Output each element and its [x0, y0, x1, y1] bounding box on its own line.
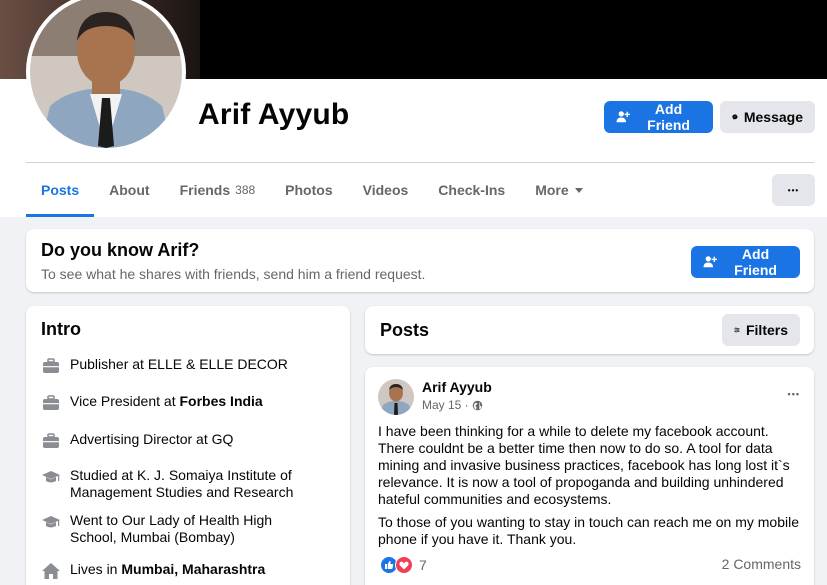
intro-link[interactable]: Mumbai, Maharashtra	[121, 561, 265, 577]
intro-link[interactable]: Forbes India	[179, 393, 262, 409]
briefcase-icon	[43, 433, 59, 448]
tab-check-ins[interactable]: Check-Ins	[423, 163, 520, 217]
messenger-icon	[732, 114, 738, 120]
intro-item-education: Went to Our Lady of Health High School, …	[41, 512, 321, 546]
friend-request-title: Do you know Arif?	[41, 240, 200, 260]
intro-item-work: Vice President at Forbes India	[41, 393, 331, 413]
tab-about[interactable]: About	[94, 163, 164, 217]
post-card: Arif Ayyub May 15 · ••• I have been thin…	[365, 367, 814, 585]
caret-down-icon	[574, 187, 583, 193]
profile-header: Arif Ayyub Add Friend Message Posts Abou…	[0, 0, 827, 217]
add-friend-label: Add Friend	[734, 246, 777, 278]
card-add-friend-button[interactable]: Add Friend	[691, 246, 800, 278]
post-timestamp[interactable]: May 15 ·	[422, 398, 483, 412]
friends-count: 388	[235, 183, 256, 197]
profile-tabs: Posts About Friends 388 Photos Videos Che…	[26, 163, 598, 217]
filters-button[interactable]: Filters	[722, 314, 800, 346]
message-button[interactable]: Message	[720, 101, 815, 133]
post-body-paragraph: To those of you wanting to stay in touch…	[378, 514, 800, 547]
briefcase-icon	[43, 358, 59, 373]
briefcase-icon	[43, 395, 59, 410]
post-author-avatar[interactable]	[378, 379, 414, 415]
message-label: Message	[743, 109, 803, 125]
graduation-cap-icon	[42, 471, 60, 483]
add-friend-label: Add Friend	[647, 101, 690, 133]
posts-title: Posts	[380, 320, 430, 340]
tab-more[interactable]: More	[520, 163, 597, 217]
profile-avatar[interactable]	[26, 0, 186, 152]
globe-icon	[472, 400, 482, 410]
add-friend-icon	[703, 256, 717, 268]
tab-posts[interactable]: Posts	[26, 163, 95, 217]
friend-request-subtitle: To see what he shares with friends, send…	[41, 266, 426, 282]
comments-count-link[interactable]: 2 Comments	[722, 556, 801, 572]
posts-header-card: Posts Filters	[365, 306, 814, 354]
profile-photo	[30, 0, 182, 148]
author-photo	[378, 379, 414, 415]
add-friend-icon	[616, 111, 630, 123]
post-body-paragraph: I have been thinking for a while to dele…	[378, 423, 790, 507]
intro-title: Intro	[41, 319, 81, 339]
add-friend-button[interactable]: Add Friend	[604, 101, 713, 133]
tab-friends[interactable]: Friends 388	[165, 163, 271, 217]
more-dots-icon: •••	[787, 185, 800, 195]
filters-label: Filters	[745, 322, 788, 338]
reactions-summary[interactable]: 7	[380, 556, 427, 574]
tab-videos[interactable]: Videos	[348, 163, 424, 217]
intro-item-education: Studied at K. J. Somaiya Institute of Ma…	[41, 467, 311, 501]
intro-item-home: Lives in Mumbai, Maharashtra	[41, 561, 331, 581]
intro-card: Intro Publisher at ELLE & ELLE DECOR Vic…	[26, 306, 350, 585]
filters-icon	[734, 327, 740, 333]
post-author-name[interactable]: Arif Ayyub	[422, 379, 492, 395]
post-options-button[interactable]: •••	[788, 389, 800, 399]
intro-item-work: Advertising Director at GQ	[41, 431, 331, 451]
profile-more-button[interactable]: •••	[772, 174, 815, 206]
tab-photos[interactable]: Photos	[270, 163, 347, 217]
love-reaction-icon	[395, 556, 413, 574]
reaction-count: 7	[419, 557, 427, 573]
friend-request-card: Do you know Arif? To see what he shares …	[26, 229, 814, 292]
profile-name: Arif Ayyub	[198, 98, 350, 131]
graduation-cap-icon	[42, 516, 60, 528]
intro-item-work: Publisher at ELLE & ELLE DECOR	[41, 356, 331, 376]
home-icon	[42, 563, 60, 579]
